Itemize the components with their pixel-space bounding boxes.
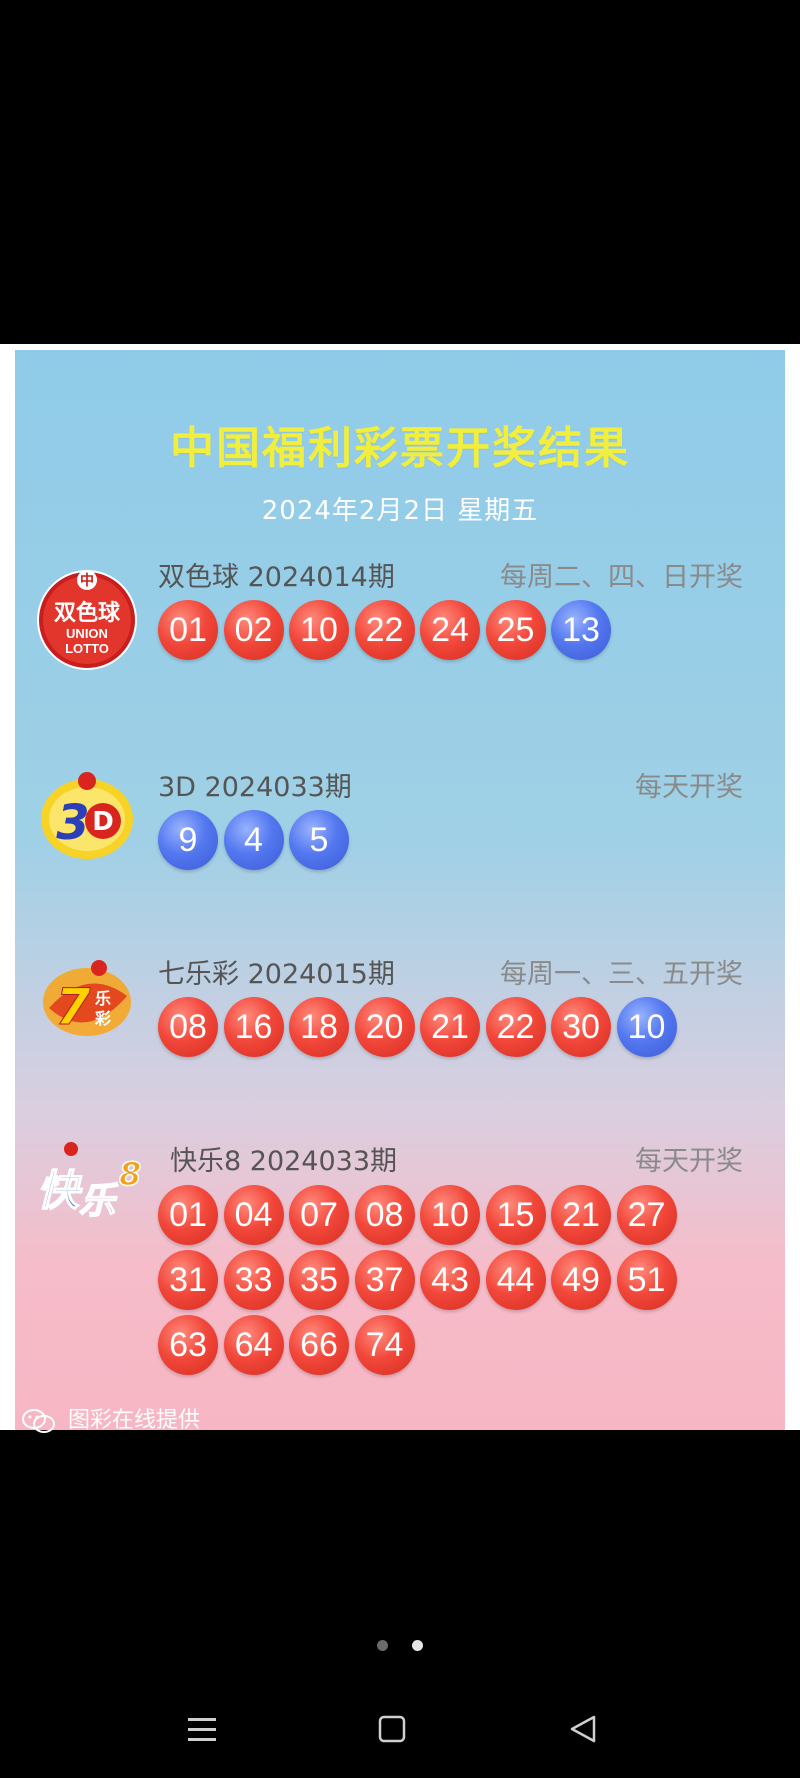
red-ball: 24: [420, 600, 480, 660]
red-ball: 74: [354, 1315, 415, 1375]
source-credit-text: 图彩在线提供: [68, 1408, 201, 1433]
home-square-icon[interactable]: [362, 1700, 422, 1760]
red-ball: 01: [158, 600, 218, 660]
system-nav-bar: [0, 1700, 800, 1760]
blue-ball: 9: [158, 810, 218, 870]
red-ball: 15: [485, 1185, 546, 1245]
image-frame: 中国福利彩票开奖结果 2024年2月2日 星期五 中 双色球 UNION LOT…: [0, 344, 800, 1433]
svg-text:D: D: [92, 807, 114, 837]
red-ball: 66: [289, 1315, 349, 1375]
page-dot[interactable]: [377, 1640, 389, 1651]
red-ball: 51: [616, 1250, 677, 1310]
kuaile8-logo: 快 乐 8: [25, 1133, 145, 1237]
draw-date: 2024年2月2日 星期五: [261, 496, 539, 526]
red-ball: 31: [158, 1250, 218, 1310]
game-section-kl8: 快 乐 8 快乐8 2024033期 每天开奖 01 04 07 08 10 15 21 27…: [15, 1142, 785, 1395]
red-ball: 04: [223, 1185, 284, 1245]
svg-text:双色球: 双色球: [54, 600, 121, 626]
red-ball: 30: [551, 997, 611, 1057]
red-ball: 49: [551, 1250, 611, 1310]
union-lotto-logo: 中 双色球 UNION LOTTO: [35, 566, 139, 670]
page-dot-active[interactable]: [411, 1640, 423, 1651]
red-ball: 20: [354, 997, 415, 1057]
svg-text:中: 中: [80, 572, 94, 589]
draw-schedule: 每周二、四、日开奖: [500, 562, 743, 593]
game-section-3d: 3 D 3D 2024033期 每天开奖 945: [15, 772, 785, 883]
red-ball: 21: [551, 1185, 611, 1245]
blue-ball: 4: [223, 810, 284, 870]
red-ball: 43: [420, 1250, 480, 1310]
red-ball: 08: [354, 1185, 415, 1245]
draw-schedule: 每天开奖: [635, 772, 743, 803]
red-ball: 21: [420, 997, 480, 1057]
red-ball: 25: [485, 600, 546, 660]
source-credit: 图彩在线提供: [21, 1402, 200, 1435]
3d-logo: 3 D: [35, 767, 139, 871]
results-card: 中国福利彩票开奖结果 2024年2月2日 星期五 中 双色球 UNION LOT…: [15, 350, 785, 1433]
red-ball: 37: [354, 1250, 415, 1310]
page-title: 中国福利彩票开奖结果: [170, 423, 630, 474]
blue-ball: 10: [616, 997, 677, 1057]
red-ball: 44: [485, 1250, 546, 1310]
back-triangle-icon[interactable]: [554, 1700, 614, 1760]
red-ball: 01: [158, 1185, 218, 1245]
red-ball: 33: [223, 1250, 284, 1310]
red-ball: 35: [289, 1250, 349, 1310]
red-ball: 10: [420, 1185, 480, 1245]
draw-schedule: 每天开奖: [635, 1146, 743, 1177]
game-section-ssq: 中 双色球 UNION LOTTO 双色球 2024014期 每周二、四、日开奖…: [15, 555, 785, 685]
blue-ball: 13: [551, 600, 611, 660]
draw-schedule: 每周一、三、五开奖: [500, 959, 743, 990]
red-ball: 10: [289, 600, 349, 660]
qilecai-logo: 7 乐 彩: [35, 946, 139, 1050]
svg-text:3: 3: [56, 795, 89, 851]
red-ball: 07: [289, 1185, 349, 1245]
red-ball: 08: [158, 997, 218, 1057]
game-name: 快乐8 2024033期: [170, 1146, 398, 1177]
svg-text:快: 快: [37, 1166, 83, 1215]
svg-text:8: 8: [119, 1155, 141, 1193]
svg-text:乐: 乐: [79, 1181, 119, 1222]
red-ball: 16: [223, 997, 284, 1057]
red-ball: 18: [289, 997, 349, 1057]
wechat-icon: [21, 1408, 68, 1433]
svg-text:UNION: UNION: [66, 626, 108, 641]
blue-ball: 5: [289, 810, 349, 870]
menu-icon[interactable]: [172, 1700, 232, 1760]
red-ball: 64: [223, 1315, 284, 1375]
svg-text:LOTTO: LOTTO: [65, 641, 109, 656]
svg-text:乐: 乐: [95, 989, 111, 1008]
svg-text:7: 7: [56, 978, 91, 1036]
svg-text:彩: 彩: [94, 1009, 111, 1028]
game-name: 七乐彩 2024015期: [158, 959, 395, 990]
game-name: 3D 2024033期: [158, 772, 352, 803]
screen: 中国福利彩票开奖结果 2024年2月2日 星期五 中 双色球 UNION LOT…: [0, 0, 800, 1778]
red-ball: 22: [354, 600, 415, 660]
page-indicator: [0, 1636, 800, 1655]
red-ball: 22: [485, 997, 546, 1057]
red-ball: 27: [616, 1185, 677, 1245]
red-ball: 02: [223, 600, 284, 660]
game-section-qlc: 7 乐 彩 七乐彩 2024015期 每周一、三、五开奖 08 16 18 20 21 2…: [15, 959, 785, 1070]
red-ball: 63: [158, 1315, 218, 1375]
game-name: 双色球 2024014期: [158, 562, 395, 593]
